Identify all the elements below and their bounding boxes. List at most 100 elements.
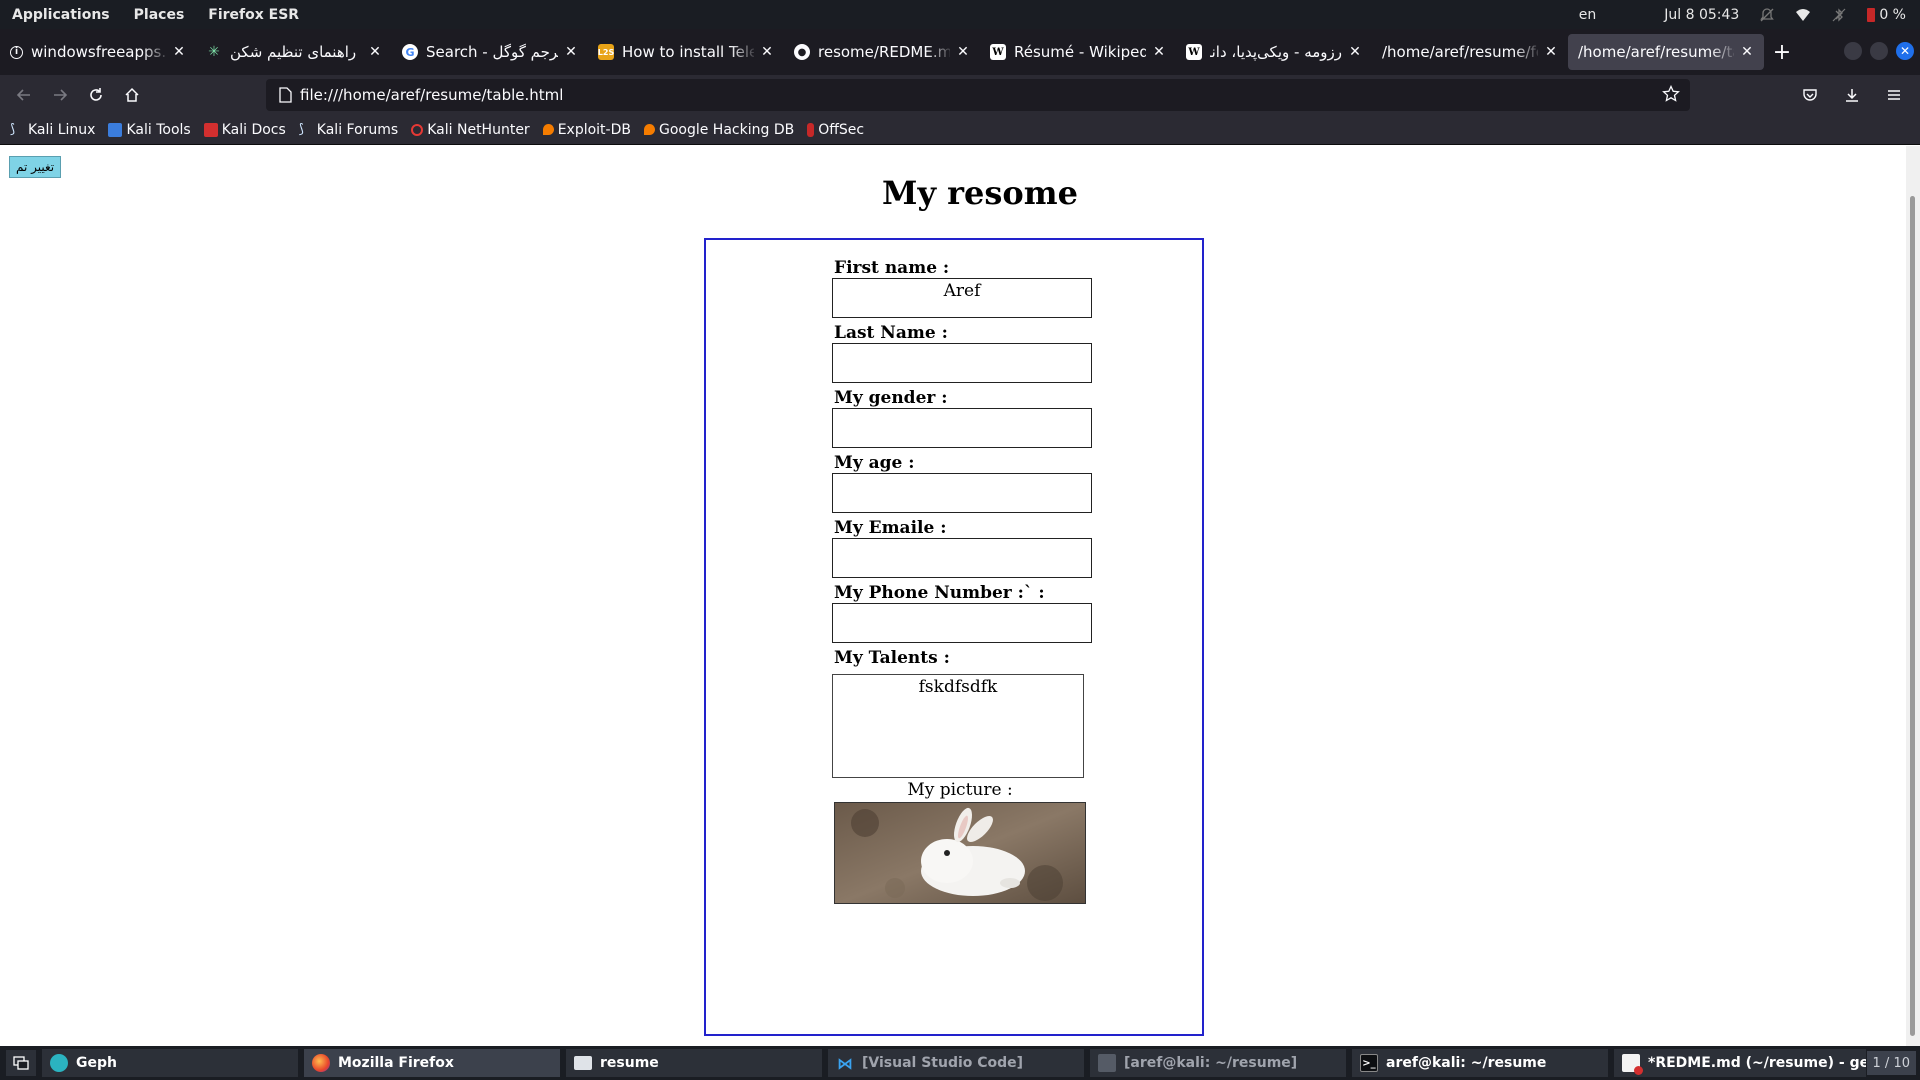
tab-proxy-guide[interactable]: ✳ راهنمای تنظیم شکن ✕ <box>196 34 392 70</box>
task-gedit[interactable]: *REDME.md (~/resume) - gedit <box>1614 1049 1866 1077</box>
bookmark-star-icon[interactable] <box>1662 85 1680 103</box>
close-icon[interactable]: ✕ <box>1544 44 1558 60</box>
bookmark-kali-linux[interactable]: ⟆ Kali Linux <box>10 122 95 138</box>
email-field[interactable] <box>832 538 1092 578</box>
places-menu[interactable]: Places <box>122 7 197 23</box>
url-bar[interactable]: file:///home/aref/resume/table.html <box>266 79 1690 111</box>
task-resume-folder[interactable]: resume <box>566 1049 822 1077</box>
maximize-button[interactable] <box>1870 42 1888 60</box>
last-name-field[interactable] <box>832 343 1092 383</box>
reload-button[interactable] <box>78 79 114 111</box>
bookmark-label: Kali Docs <box>221 121 286 138</box>
tab-form-html[interactable]: /home/aref/resume/form.html ✕ <box>1372 34 1568 70</box>
downloads-button[interactable] <box>1834 79 1870 111</box>
task-firefox[interactable]: Mozilla Firefox <box>304 1049 560 1077</box>
close-icon[interactable]: ✕ <box>1152 44 1166 60</box>
bookmarks-toolbar: ⟆ Kali Linux Kali Tools Kali Docs ⟆ Kali… <box>0 115 1920 145</box>
bookmark-kali-forums[interactable]: ⟆ Kali Forums <box>299 122 398 138</box>
notifications-muted-icon[interactable] <box>1759 7 1775 23</box>
bookmark-kali-docs[interactable]: Kali Docs <box>203 121 286 138</box>
task-terminal[interactable]: >_ aref@kali: ~/resume <box>1352 1049 1608 1077</box>
page-icon <box>279 87 292 103</box>
kali-dragon-icon: ⟆ <box>298 121 304 137</box>
close-icon[interactable]: ✕ <box>172 44 186 60</box>
task-geph[interactable]: Geph <box>42 1049 298 1077</box>
terminal-icon: >_ <box>1360 1054 1378 1072</box>
tab-windowsfreeapps[interactable]: i windowsfreeapps.com ✕ <box>0 34 196 70</box>
star-burst-icon: ✳ <box>208 44 220 60</box>
workspace-pager[interactable]: 1 / 10 <box>1866 1051 1916 1075</box>
tab-resume-wikipedia[interactable]: W Résumé - Wikipedia ✕ <box>980 34 1176 70</box>
exploitdb-icon <box>542 124 554 135</box>
forward-button[interactable] <box>42 79 78 111</box>
forward-arrow-icon <box>54 89 68 101</box>
first-name-field[interactable]: Aref <box>832 278 1092 318</box>
tab-google-translate[interactable]: G Search - مترجم گوگل ✕ <box>392 34 588 70</box>
tab-resume-wikipedia-fa[interactable]: W رزومه - ویکی‌پدیا، دانشنامهٔ آزاد ✕ <box>1176 34 1372 70</box>
google-icon: G <box>402 44 418 60</box>
back-button[interactable] <box>6 79 42 111</box>
home-button[interactable] <box>114 79 150 111</box>
wifi-icon[interactable] <box>1795 7 1811 23</box>
phone-number-field[interactable] <box>832 603 1092 643</box>
close-icon[interactable]: ✕ <box>956 44 970 60</box>
task-vscode[interactable]: ⋈ [Visual Studio Code] <box>828 1049 1084 1077</box>
first-name-label: First name : <box>834 258 950 278</box>
rabbit-photo <box>834 802 1086 904</box>
gender-field[interactable] <box>832 408 1092 448</box>
vscode-icon: ⋈ <box>837 1053 853 1073</box>
active-app-menu[interactable]: Firefox ESR <box>196 7 311 23</box>
battery-indicator[interactable]: 0 % <box>1867 7 1906 23</box>
close-window-button[interactable]: ✕ <box>1896 42 1914 60</box>
bookmark-kali-tools[interactable]: Kali Tools <box>108 122 191 138</box>
pocket-button[interactable] <box>1792 79 1828 111</box>
task-label: [aref@kali: ~/resume] <box>1124 1055 1298 1071</box>
tab-github-redme[interactable]: ● resome/REDME.md at main ✕ <box>784 34 980 70</box>
close-icon[interactable]: ✕ <box>368 44 382 60</box>
bookmark-label: Kali Forums <box>316 121 399 138</box>
system-tray: en Jul 8 05:43 0 % <box>1579 7 1920 23</box>
close-icon[interactable]: ✕ <box>760 44 774 60</box>
offsec-icon <box>807 122 815 137</box>
pocket-icon <box>1803 89 1817 101</box>
app-menu-button[interactable] <box>1876 79 1912 111</box>
bookmark-label: Kali NetHunter <box>427 121 530 138</box>
talents-textarea[interactable]: fskdfsdfk <box>832 674 1084 778</box>
age-label: My age : <box>834 453 915 473</box>
bookmark-offsec[interactable]: OffSec <box>807 122 864 138</box>
task-label: aref@kali: ~/resume <box>1386 1055 1547 1071</box>
tab-table-html[interactable]: /home/aref/resume/table.html ✕ <box>1568 34 1764 70</box>
close-icon[interactable]: ✕ <box>1740 44 1754 60</box>
bookmark-google-hacking-db[interactable]: Google Hacking DB <box>643 122 794 138</box>
minimize-button[interactable] <box>1844 42 1862 60</box>
new-tab-button[interactable]: + <box>1764 40 1800 65</box>
close-icon[interactable]: ✕ <box>1348 44 1362 60</box>
page-scrollbar[interactable] <box>1906 146 1920 1046</box>
system-top-bar: Applications Places Firefox ESR en Jul 8… <box>0 0 1920 29</box>
kali-tools-icon <box>108 122 123 137</box>
back-arrow-icon <box>16 89 30 101</box>
tab-install-telegram[interactable]: L2S How to install Telegram ✕ <box>588 34 784 70</box>
clock[interactable]: Jul 8 05:43 <box>1664 7 1739 23</box>
language-indicator[interactable]: en <box>1579 7 1597 23</box>
task-terminal-minimized[interactable]: [aref@kali: ~/resume] <box>1090 1049 1346 1077</box>
page-title: My resome <box>882 174 1078 212</box>
age-field[interactable] <box>832 473 1092 513</box>
show-desktop-button[interactable] <box>6 1050 36 1076</box>
bluetooth-off-icon[interactable] <box>1831 7 1847 23</box>
bookmark-label: Kali Linux <box>28 121 96 138</box>
toolbar-actions <box>1792 79 1912 111</box>
resume-table: First name : Aref Last Name : My gender … <box>704 238 1204 1036</box>
download-icon <box>1846 89 1858 102</box>
bookmark-kali-nethunter[interactable]: Kali NetHunter <box>411 121 530 138</box>
close-icon[interactable]: ✕ <box>564 44 578 60</box>
geph-icon <box>50 1054 68 1072</box>
url-text[interactable]: file:///home/aref/resume/table.html <box>300 86 563 104</box>
scrollbar-thumb[interactable] <box>1910 196 1915 1036</box>
l2s-icon: L2S <box>598 44 614 60</box>
gender-label: My gender : <box>834 388 948 408</box>
wikipedia-icon: W <box>1186 44 1202 60</box>
bookmark-exploit-db[interactable]: Exploit-DB <box>542 122 631 138</box>
task-label: *REDME.md (~/resume) - gedit <box>1648 1055 1866 1071</box>
applications-menu[interactable]: Applications <box>0 7 122 23</box>
